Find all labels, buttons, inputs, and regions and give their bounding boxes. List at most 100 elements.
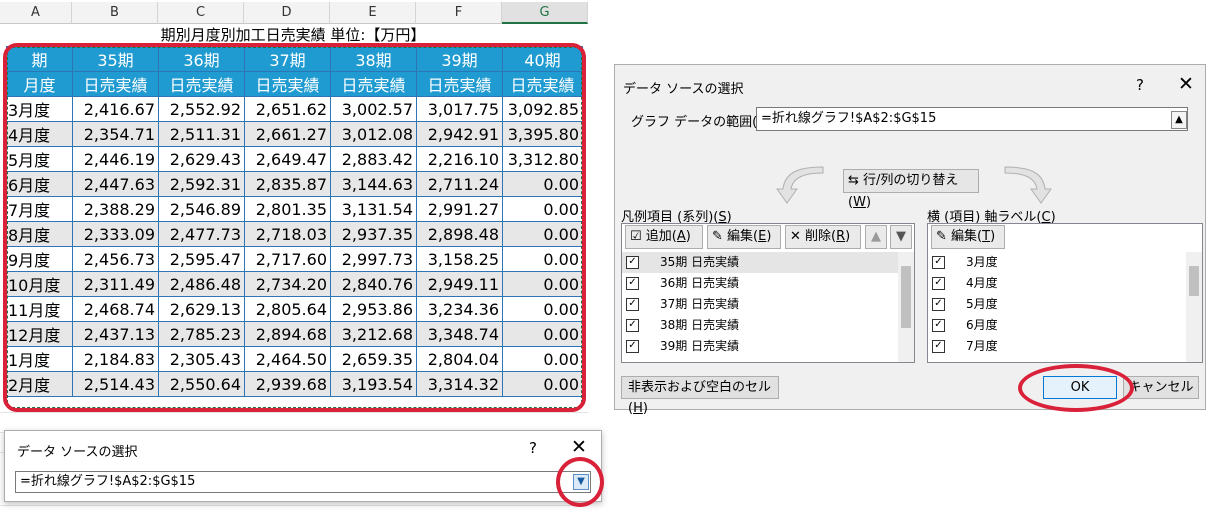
- month-cell[interactable]: 12月度: [6, 321, 73, 347]
- add-series-button[interactable]: ☑ 追加(A): [625, 225, 703, 249]
- value-cell[interactable]: 2,311.49: [72, 271, 159, 297]
- chart-range-input[interactable]: =折れ線グラフ!$A$2:$G$15: [756, 107, 1188, 131]
- checkbox[interactable]: ✓: [932, 340, 945, 353]
- checkbox[interactable]: ✓: [626, 256, 639, 269]
- checkbox[interactable]: ✓: [626, 319, 639, 332]
- value-cell[interactable]: 2,550.64: [158, 371, 245, 397]
- value-cell[interactable]: 2,216.10: [416, 146, 503, 172]
- value-cell[interactable]: 2,661.27: [244, 121, 331, 147]
- value-cell[interactable]: 2,446.19: [72, 146, 159, 172]
- move-down-button[interactable]: ▼: [890, 225, 912, 249]
- value-cell[interactable]: 2,835.87: [244, 171, 331, 197]
- header-cell[interactable]: 37期: [244, 46, 331, 72]
- list-item[interactable]: ✓ 39期 日売実績: [622, 336, 898, 357]
- header-cell[interactable]: 38期: [330, 46, 417, 72]
- cancel-button[interactable]: キャンセル: [1123, 376, 1199, 399]
- header-cell[interactable]: 月度: [6, 71, 73, 97]
- value-cell[interactable]: 3,312.80: [502, 146, 583, 172]
- header-cell[interactable]: 日売実績: [416, 71, 503, 97]
- value-cell[interactable]: 2,464.50: [244, 346, 331, 372]
- delete-series-button[interactable]: ✕ 削除(R): [785, 225, 861, 249]
- value-cell[interactable]: 2,898.48: [416, 221, 503, 247]
- value-cell[interactable]: 3,012.08: [330, 121, 417, 147]
- close-button[interactable]: ✕: [1178, 73, 1194, 95]
- value-cell[interactable]: 3,395.80: [502, 121, 583, 147]
- value-cell[interactable]: 2,937.35: [330, 221, 417, 247]
- month-cell[interactable]: 9月度: [6, 246, 73, 272]
- value-cell[interactable]: 2,734.20: [244, 271, 331, 297]
- value-cell[interactable]: 2,991.27: [416, 196, 503, 222]
- checkbox[interactable]: ✓: [932, 319, 945, 332]
- column-header-f[interactable]: F: [416, 2, 502, 24]
- value-cell[interactable]: 3,348.74: [416, 321, 503, 347]
- value-cell[interactable]: 2,651.62: [244, 96, 331, 122]
- list-item[interactable]: ✓ 6月度: [928, 315, 1186, 336]
- series-scrollbar[interactable]: [898, 252, 914, 362]
- list-item[interactable]: ✓ 37期 日売実績: [622, 294, 898, 315]
- list-item[interactable]: ✓ 4月度: [928, 273, 1186, 294]
- value-cell[interactable]: 2,717.60: [244, 246, 331, 272]
- value-cell[interactable]: 2,942.91: [416, 121, 503, 147]
- value-cell[interactable]: 2,953.86: [330, 296, 417, 322]
- collapse-dialog-button[interactable]: ▲: [1171, 111, 1187, 129]
- value-cell[interactable]: 2,552.92: [158, 96, 245, 122]
- header-cell[interactable]: 日売実績: [244, 71, 331, 97]
- value-cell[interactable]: 2,388.29: [72, 196, 159, 222]
- value-cell[interactable]: 0.00: [502, 371, 583, 397]
- value-cell[interactable]: 2,997.73: [330, 246, 417, 272]
- range-input[interactable]: =折れ線グラフ!$A$2:$G$15: [15, 471, 591, 493]
- hidden-empty-cells-button[interactable]: 非表示および空白のセル(H): [621, 376, 779, 416]
- value-cell[interactable]: 0.00: [502, 196, 583, 222]
- checkbox[interactable]: ✓: [626, 340, 639, 353]
- move-up-button[interactable]: ▲: [865, 225, 887, 249]
- column-header-b[interactable]: B: [72, 2, 158, 24]
- value-cell[interactable]: 2,468.74: [72, 296, 159, 322]
- header-cell[interactable]: 39期: [416, 46, 503, 72]
- value-cell[interactable]: 2,511.31: [158, 121, 245, 147]
- value-cell[interactable]: 2,437.13: [72, 321, 159, 347]
- value-cell[interactable]: 0.00: [502, 246, 583, 272]
- list-item[interactable]: ✓ 38期 日売実績: [622, 315, 898, 336]
- series-list[interactable]: ✓ 35期 日売実績 ✓ 36期 日売実績 ✓ 37期 日売実績 ✓ 38期 日売実績 ✓ 39期…: [622, 252, 898, 362]
- value-cell[interactable]: 2,785.23: [158, 321, 245, 347]
- edit-series-button[interactable]: ✎ 編集(E): [707, 225, 781, 249]
- scroll-thumb[interactable]: [901, 266, 911, 328]
- column-header-c[interactable]: C: [158, 2, 244, 24]
- value-cell[interactable]: 2,629.13: [158, 296, 245, 322]
- month-cell[interactable]: 4月度: [6, 121, 73, 147]
- month-cell[interactable]: 10月度: [6, 271, 73, 297]
- column-header-d[interactable]: D: [244, 2, 330, 24]
- value-cell[interactable]: 0.00: [502, 296, 583, 322]
- value-cell[interactable]: 2,477.73: [158, 221, 245, 247]
- value-cell[interactable]: 2,595.47: [158, 246, 245, 272]
- month-cell[interactable]: 5月度: [6, 146, 73, 172]
- checkbox[interactable]: ✓: [932, 277, 945, 290]
- header-cell[interactable]: 日売実績: [330, 71, 417, 97]
- value-cell[interactable]: 2,894.68: [244, 321, 331, 347]
- header-cell[interactable]: 日売実績: [502, 71, 583, 97]
- header-cell[interactable]: 36期: [158, 46, 245, 72]
- edit-axis-labels-button[interactable]: ✎ 編集(T): [931, 225, 1005, 249]
- month-cell[interactable]: 6月度: [6, 171, 73, 197]
- value-cell[interactable]: 2,711.24: [416, 171, 503, 197]
- value-cell[interactable]: 0.00: [502, 221, 583, 247]
- column-header-g[interactable]: G: [502, 2, 588, 24]
- value-cell[interactable]: 2,514.43: [72, 371, 159, 397]
- value-cell[interactable]: 3,314.32: [416, 371, 503, 397]
- checkbox[interactable]: ✓: [626, 298, 639, 311]
- value-cell[interactable]: 3,234.36: [416, 296, 503, 322]
- value-cell[interactable]: 2,354.71: [72, 121, 159, 147]
- value-cell[interactable]: 2,456.73: [72, 246, 159, 272]
- value-cell[interactable]: 0.00: [502, 271, 583, 297]
- value-cell[interactable]: 2,333.09: [72, 221, 159, 247]
- value-cell[interactable]: 2,649.47: [244, 146, 331, 172]
- value-cell[interactable]: 2,840.76: [330, 271, 417, 297]
- list-item[interactable]: ✓ 35期 日売実績: [622, 252, 898, 273]
- header-cell[interactable]: 40期: [502, 46, 583, 72]
- close-button[interactable]: ✕: [571, 436, 587, 458]
- value-cell[interactable]: 3,017.75: [416, 96, 503, 122]
- value-cell[interactable]: 3,092.85: [502, 96, 583, 122]
- value-cell[interactable]: 3,144.63: [330, 171, 417, 197]
- month-cell[interactable]: 1月度: [6, 346, 73, 372]
- scroll-thumb[interactable]: [1189, 266, 1199, 296]
